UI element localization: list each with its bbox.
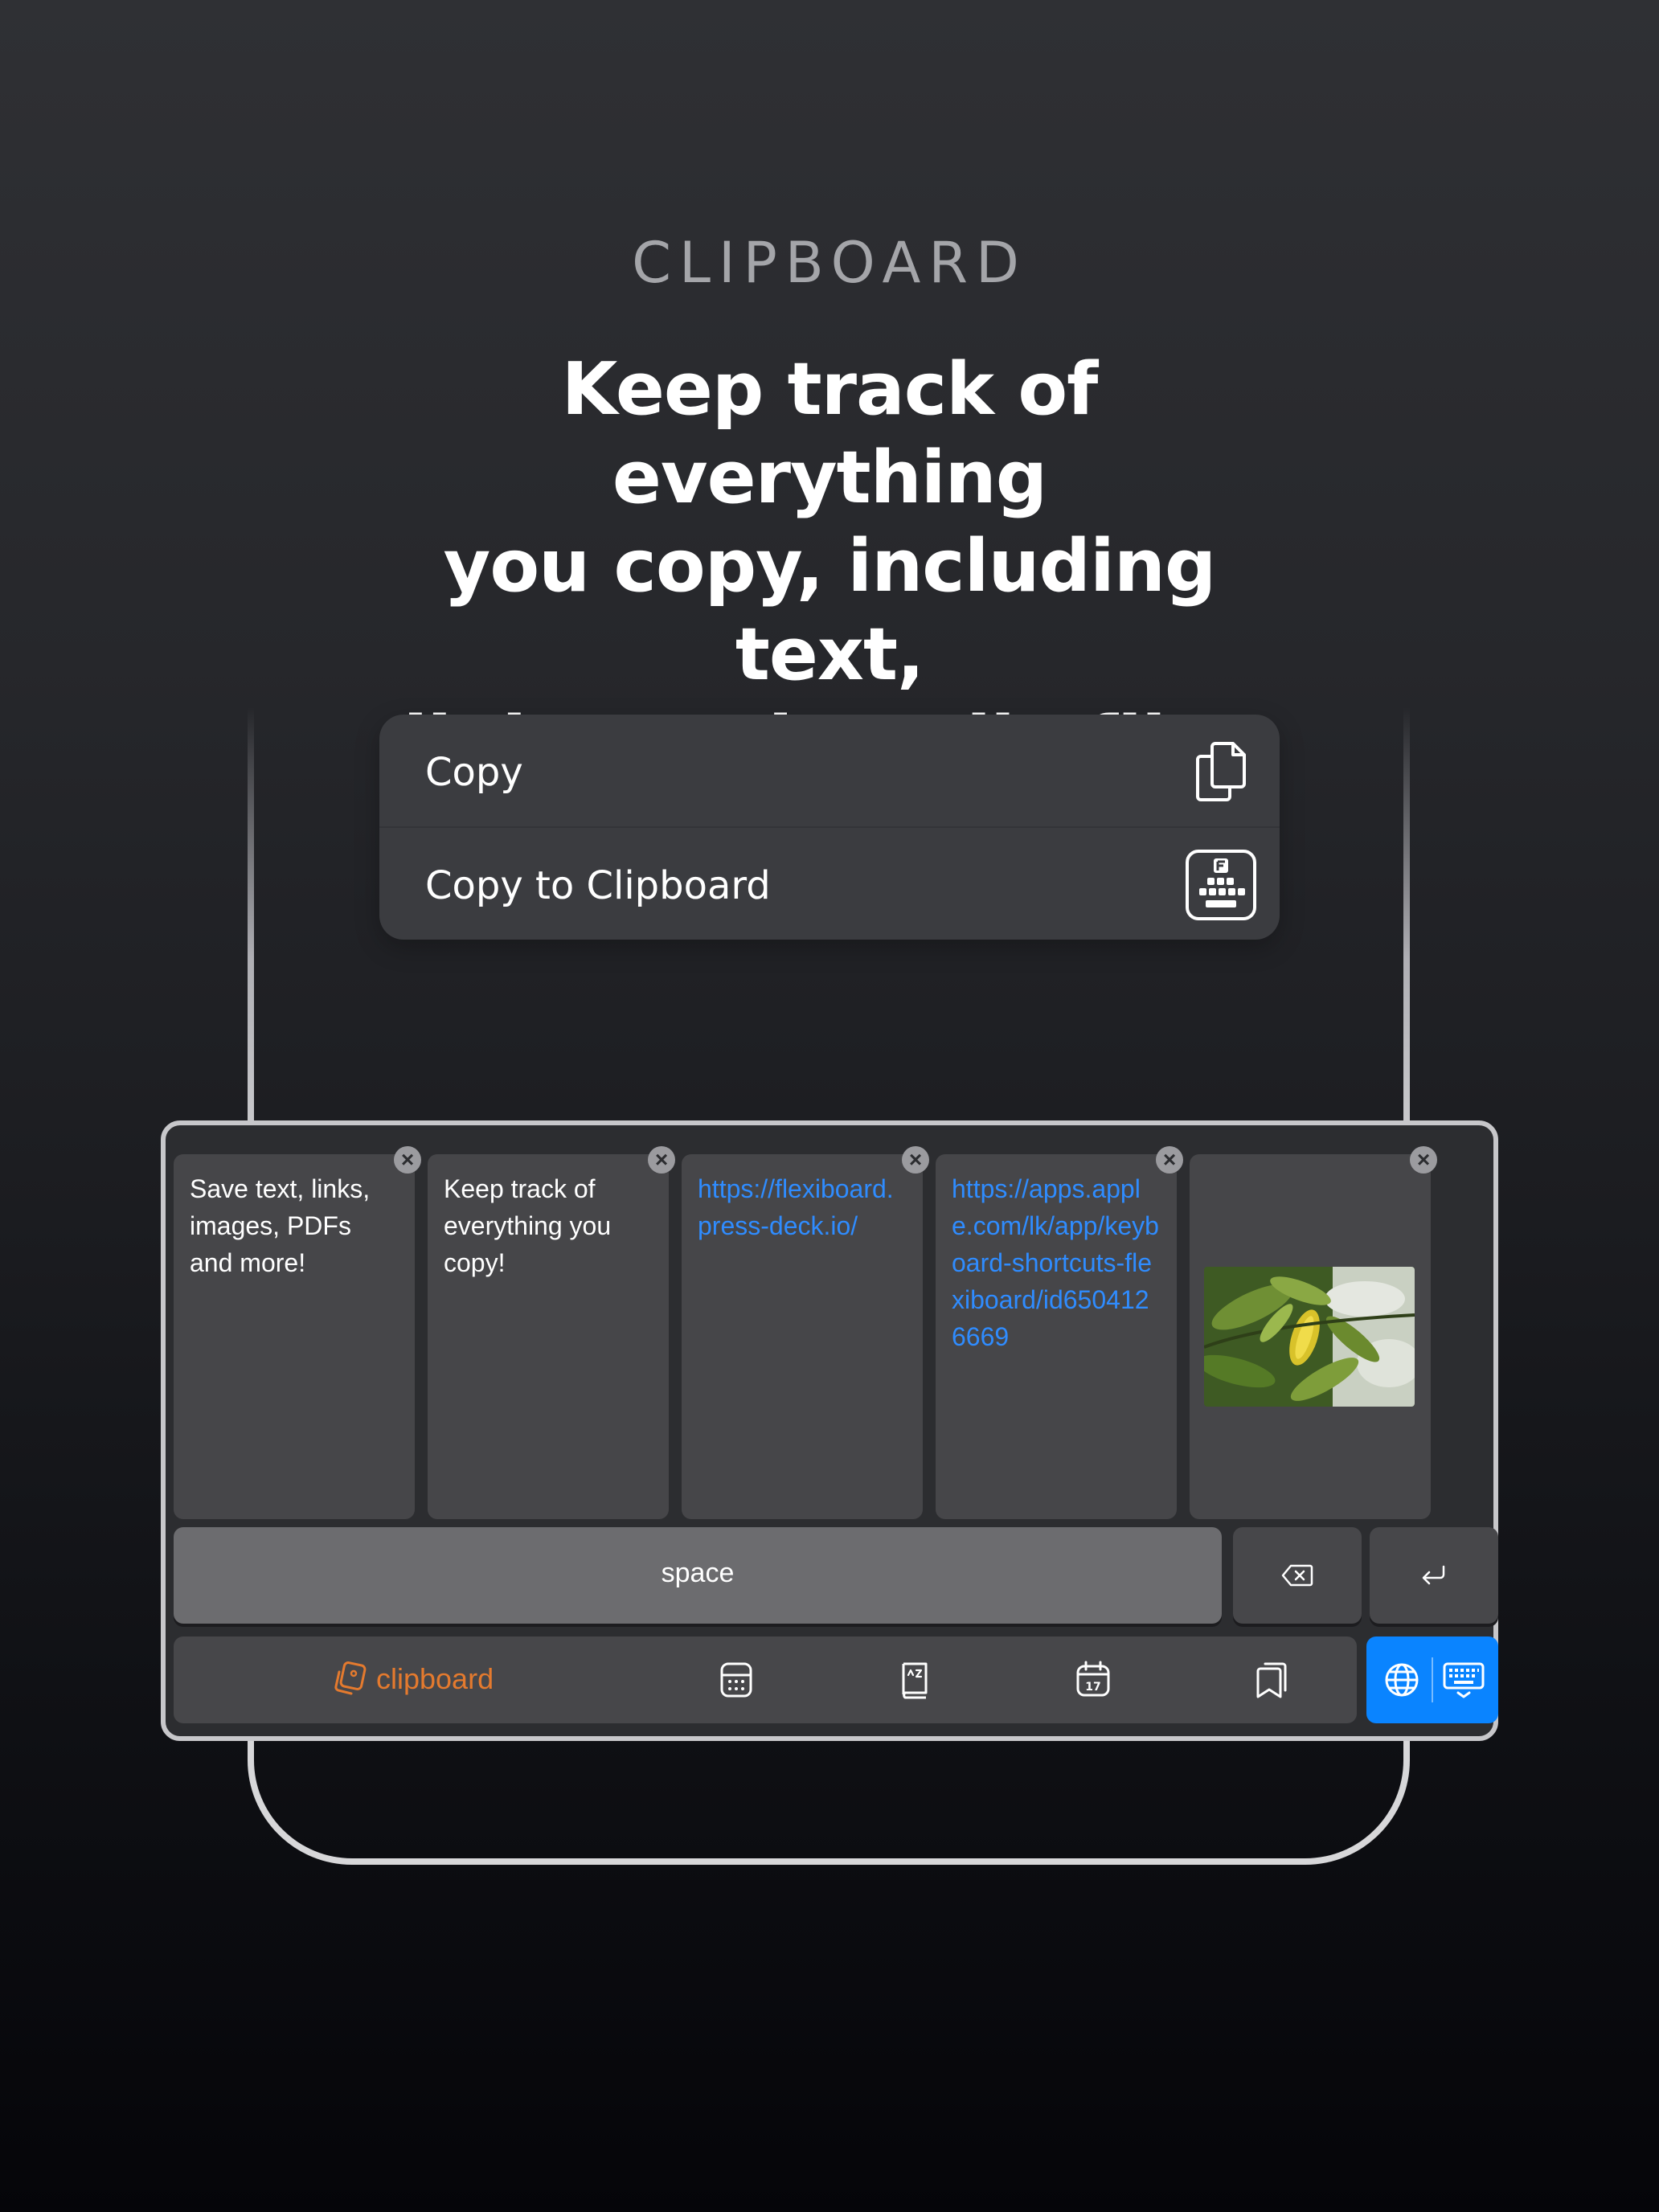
clipboard-item-link-text: https://flexiboard.press-deck.io/	[698, 1174, 894, 1240]
clipboard-item-text: Save text, links, images, PDFs and more!	[190, 1174, 371, 1277]
svg-text:17: 17	[1085, 1681, 1100, 1694]
clipboard-item-link[interactable]: https://apps.apple.com/lk/app/keyboard-s…	[936, 1146, 1183, 1519]
keyboard-hide-icon[interactable]	[1442, 1661, 1485, 1699]
leaf-photo-thumbnail	[1204, 1267, 1415, 1407]
headline-line-1: Keep track of everything	[561, 347, 1099, 520]
menu-item-copy-label: Copy	[425, 750, 523, 795]
menu-item-copy[interactable]: Copy	[379, 715, 1280, 828]
space-key[interactable]: space	[174, 1527, 1222, 1624]
globe-icon[interactable]	[1382, 1661, 1421, 1699]
menu-item-copy-to-clipboard[interactable]: Copy to Clipboard	[379, 828, 1280, 940]
keyboard-toolbar: clipboard 17	[174, 1636, 1357, 1723]
close-icon[interactable]: ×	[902, 1146, 929, 1174]
device-frame-left	[248, 707, 254, 1125]
calendar-icon[interactable]: 17	[1071, 1657, 1116, 1702]
clipboard-item[interactable]: Keep track of everything you copy! ×	[428, 1146, 675, 1519]
space-key-label: space	[661, 1558, 735, 1588]
flexiboard-keyboard-icon	[1186, 850, 1256, 920]
device-frame-right	[1403, 707, 1410, 1125]
backspace-icon	[1281, 1564, 1313, 1587]
switcher-divider	[1432, 1657, 1433, 1702]
clipboard-item-text: Keep track of everything you copy!	[444, 1174, 612, 1277]
backspace-key[interactable]	[1233, 1527, 1362, 1624]
clipboard-icon	[334, 1661, 367, 1695]
menu-item-copy-to-clipboard-label: Copy to Clipboard	[425, 863, 771, 908]
close-icon[interactable]: ×	[648, 1146, 675, 1174]
copy-documents-icon	[1196, 742, 1246, 801]
bookmarks-icon[interactable]	[1249, 1657, 1294, 1702]
return-key[interactable]	[1370, 1527, 1498, 1624]
return-icon	[1422, 1565, 1445, 1585]
dictionary-icon[interactable]	[892, 1657, 937, 1702]
toolbar-tab-clipboard-label: clipboard	[376, 1662, 494, 1695]
clipboard-keyboard: Save text, links, images, PDFs and more!…	[161, 1120, 1498, 1741]
toolbar-tab-clipboard[interactable]: clipboard	[331, 1659, 494, 1699]
close-icon[interactable]: ×	[1410, 1146, 1437, 1174]
calculator-icon[interactable]	[714, 1657, 759, 1702]
context-menu: Copy Copy to Clipboard	[379, 715, 1280, 940]
close-icon[interactable]: ×	[1156, 1146, 1183, 1174]
clipboard-item-link[interactable]: https://flexiboard.press-deck.io/ ×	[682, 1146, 929, 1519]
section-eyebrow: CLIPBOARD	[632, 230, 1027, 296]
close-icon[interactable]: ×	[394, 1146, 421, 1174]
clipboard-item-link-text: https://apps.apple.com/lk/app/keyboard-s…	[952, 1174, 1159, 1351]
clipboard-item-image[interactable]: ×	[1190, 1146, 1437, 1519]
keyboard-switcher	[1366, 1636, 1498, 1723]
headline-line-2: you copy, including text,	[443, 524, 1217, 697]
clipboard-item[interactable]: Save text, links, images, PDFs and more!…	[174, 1146, 421, 1519]
